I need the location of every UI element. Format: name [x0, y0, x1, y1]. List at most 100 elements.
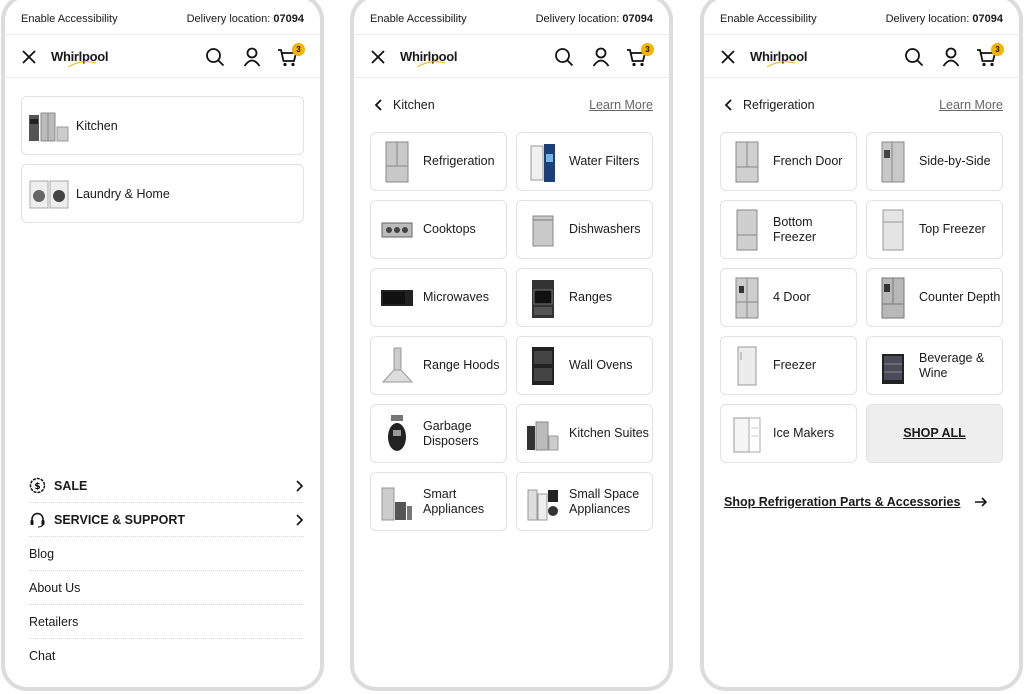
account-icon[interactable] [590, 46, 612, 68]
delivery-zip: 07094 [972, 13, 1003, 25]
delivery-location[interactable]: Delivery location: 07094 [187, 13, 304, 25]
shop-all-button[interactable]: SHOP ALL [866, 404, 1003, 463]
tile-label: Wall Ovens [569, 358, 633, 373]
cart-count-badge: 3 [991, 43, 1004, 56]
shop-parts-link[interactable]: Shop Refrigeration Parts & Accessories [724, 495, 988, 509]
enable-accessibility-link[interactable]: Enable Accessibility [720, 13, 817, 25]
bottom-freezer-fridge-icon [736, 209, 758, 250]
wine-cooler-icon [882, 353, 904, 384]
tile-label: Ranges [569, 290, 613, 305]
tile-dishwashers[interactable]: Dishwashers [516, 200, 653, 259]
submenu-header: Refrigeration Learn More [724, 93, 1003, 117]
whirlpool-logo[interactable]: Whirlpool [400, 49, 458, 68]
learn-more-link[interactable]: Learn More [939, 98, 1003, 112]
small-space-appliances-icon [527, 489, 558, 520]
phone-frame-refrigeration-menu: Enable Accessibility Delivery location: … [700, 0, 1023, 691]
tile-range-hoods[interactable]: Range Hoods [370, 336, 507, 395]
nav-chat[interactable]: Chat [29, 639, 304, 673]
tile-freezer[interactable]: Freezer [720, 336, 857, 395]
tile-counter-depth[interactable]: Counter Depth [866, 268, 1003, 327]
nav-about-us[interactable]: About Us [29, 571, 304, 605]
tile-label: Smart Appliances [423, 487, 485, 516]
tile-cooktops[interactable]: Cooktops [370, 200, 507, 259]
tile-label: Water Filters [569, 154, 640, 169]
utility-bar: Enable Accessibility Delivery location: … [704, 4, 1019, 35]
tile-label: Freezer [773, 358, 817, 373]
headset-icon [30, 512, 45, 528]
delivery-location[interactable]: Delivery location: 07094 [536, 13, 653, 25]
tile-microwaves[interactable]: Microwaves [370, 268, 507, 327]
tile-french-door[interactable]: French Door [720, 132, 857, 191]
account-icon[interactable] [241, 46, 263, 68]
tile-refrigeration[interactable]: Refrigeration [370, 132, 507, 191]
search-icon[interactable] [204, 46, 226, 68]
nav-retailers[interactable]: Retailers [29, 605, 304, 639]
nav-service-support[interactable]: SERVICE & SUPPORT [29, 503, 304, 537]
tile-small-space-appliances[interactable]: Small Space Appliances [516, 472, 653, 531]
tile-smart-appliances[interactable]: Smart Appliances [370, 472, 507, 531]
submenu-title: Refrigeration [743, 98, 815, 112]
chevron-left-icon [374, 99, 382, 111]
account-icon[interactable] [940, 46, 962, 68]
delivery-zip: 07094 [622, 13, 653, 25]
shop-parts-label: Shop Refrigeration Parts & Accessories [724, 495, 961, 509]
kitchen-appliances-icon [29, 112, 69, 141]
top-freezer-fridge-icon [882, 209, 904, 250]
submenu-title: Kitchen [393, 98, 435, 112]
back-button[interactable]: Refrigeration [724, 98, 815, 112]
tile-kitchen-suites[interactable]: Kitchen Suites [516, 404, 653, 463]
arrow-right-icon [975, 497, 988, 507]
tile-label: 4 Door [773, 290, 811, 305]
whirlpool-logo[interactable]: Whirlpool [750, 49, 808, 68]
tile-wall-ovens[interactable]: Wall Ovens [516, 336, 653, 395]
tile-label: Counter Depth [919, 290, 1001, 305]
nav-service-label: SERVICE & SUPPORT [54, 512, 186, 527]
footer-nav: $ SALE SERVICE & SUPPORT Blog About Us Re… [29, 469, 304, 673]
delivery-label: Delivery location: [186, 13, 271, 25]
tile-water-filters[interactable]: Water Filters [516, 132, 653, 191]
tile-label: Dishwashers [569, 222, 641, 237]
phone-frame-kitchen-menu: Enable Accessibility Delivery location: … [350, 0, 673, 691]
tile-label: Top Freezer [919, 222, 986, 237]
site-header: Whirlpool 3 [704, 36, 1019, 78]
tile-bottom-freezer[interactable]: Bottom Freezer [720, 200, 857, 259]
enable-accessibility-link[interactable]: Enable Accessibility [370, 13, 467, 25]
nav-blog[interactable]: Blog [29, 537, 304, 571]
category-kitchen[interactable]: Kitchen [21, 96, 304, 155]
tile-side-by-side[interactable]: Side-by-Side [866, 132, 1003, 191]
tile-label: Refrigeration [423, 154, 495, 169]
chevron-right-icon [296, 513, 304, 526]
kitchen-suite-icon [527, 421, 559, 450]
range-icon [532, 279, 554, 318]
tile-label: Microwaves [423, 290, 489, 305]
close-icon[interactable] [720, 49, 736, 65]
delivery-location[interactable]: Delivery location: 07094 [886, 13, 1003, 25]
dishwasher-icon [532, 215, 554, 246]
cart-count-badge: 3 [641, 43, 654, 56]
tile-top-freezer[interactable]: Top Freezer [866, 200, 1003, 259]
delivery-label: Delivery location: [885, 13, 970, 25]
french-door-fridge-icon [735, 141, 759, 182]
tile-ranges[interactable]: Ranges [516, 268, 653, 327]
learn-more-link[interactable]: Learn More [589, 98, 653, 112]
enable-accessibility-link[interactable]: Enable Accessibility [21, 13, 118, 25]
category-laundry-home[interactable]: Laundry & Home [21, 164, 304, 223]
close-icon[interactable] [370, 49, 386, 65]
back-button[interactable]: Kitchen [374, 98, 435, 112]
tile-label: Side-by-Side [919, 154, 991, 169]
tile-ice-makers[interactable]: Ice Makers [720, 404, 857, 463]
tile-beverage-wine[interactable]: Beverage & Wine [866, 336, 1003, 395]
svg-text:$: $ [34, 482, 40, 492]
tile-garbage-disposers[interactable]: Garbage Disposers [370, 404, 507, 463]
tile-label: Small Space Appliances [569, 487, 640, 516]
tile-4-door[interactable]: 4 Door [720, 268, 857, 327]
tile-label: Kitchen Suites [569, 426, 649, 441]
refrigerator-icon [385, 141, 409, 182]
close-icon[interactable] [21, 49, 37, 65]
search-icon[interactable] [903, 46, 925, 68]
sale-tag-icon: $ [29, 477, 46, 494]
chevron-left-icon [724, 99, 732, 111]
nav-sale[interactable]: $ SALE [29, 469, 304, 503]
whirlpool-logo[interactable]: Whirlpool [51, 49, 109, 68]
search-icon[interactable] [553, 46, 575, 68]
